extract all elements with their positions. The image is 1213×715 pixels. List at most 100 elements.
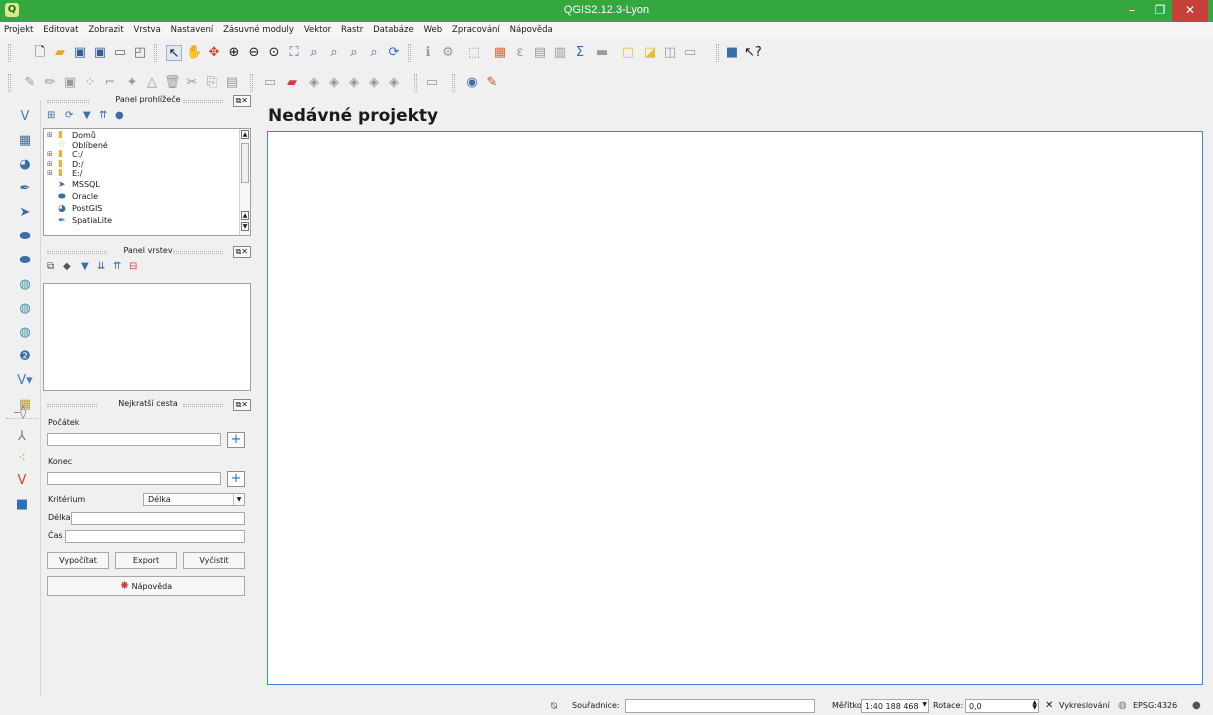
show-bookmarks-icon[interactable]: ◫ (662, 45, 678, 61)
tree-item[interactable]: ⊞ ▮ Domů (44, 130, 250, 141)
add-raster-layer-icon[interactable]: ▦ (15, 132, 35, 150)
zoom-full-icon[interactable]: ⛶ (286, 45, 302, 61)
identify-features-icon[interactable]: ℹ (420, 45, 436, 61)
tree-item[interactable]: ✒ SpatiaLite (44, 215, 250, 227)
menu-projekt[interactable]: Projekt (0, 22, 36, 35)
node-tool-icon[interactable]: ✦ (124, 75, 140, 91)
maximize-button[interactable]: ❐ (1145, 0, 1175, 22)
menu-rastr[interactable]: Rastr (337, 22, 366, 35)
zoom-in-icon[interactable]: ⊕ (226, 45, 242, 61)
menu-databaze[interactable]: Databáze (369, 22, 417, 35)
menu-vektor[interactable]: Vektor (300, 22, 334, 35)
statistics-icon[interactable]: ▥ (552, 45, 568, 61)
coordinate-toggle-icon[interactable]: ⍉ (551, 701, 557, 712)
new-project-icon[interactable]: 🗋 (32, 45, 48, 61)
whats-this-icon[interactable]: ↖? (744, 45, 762, 61)
length-field[interactable] (71, 512, 245, 525)
zoom-to-selection-icon[interactable]: ⌕ (326, 45, 342, 61)
rotation-spinbox[interactable]: 0,0 ▲ ▼ (965, 699, 1039, 713)
scroll-down-icon[interactable]: ▼ (241, 222, 249, 231)
menu-zpracovani[interactable]: Zpracování (448, 22, 503, 35)
open-project-icon[interactable]: ▰ (52, 45, 68, 61)
move-label-icon[interactable]: ◈ (346, 75, 362, 91)
add-wfs-layer-icon[interactable]: ◍ (15, 324, 35, 342)
map-tips-icon[interactable]: ▢ (620, 45, 636, 61)
add-selected-layers-icon[interactable]: ⊞ (47, 110, 55, 121)
calculate-button[interactable]: Vypočítat (47, 552, 109, 569)
scale-combo[interactable]: 1:40 188 468 ▼ (861, 699, 929, 713)
toolbar-grip[interactable] (8, 74, 11, 92)
zoom-out-icon[interactable]: ⊖ (246, 45, 262, 61)
expression-select-icon[interactable]: ε (512, 45, 528, 61)
toolbar-grip[interactable] (452, 74, 455, 92)
toolbar-grip[interactable] (154, 44, 157, 62)
minimize-button[interactable]: – (1117, 0, 1147, 22)
zoom-to-layer-icon[interactable]: ⌕ (306, 45, 322, 61)
zoom-next-icon[interactable]: ⌕ (366, 45, 382, 61)
filter-icon[interactable]: ▼ (83, 110, 91, 121)
toolbar-grip[interactable] (408, 44, 411, 62)
menu-zobrazit[interactable]: Zobrazit (84, 22, 126, 35)
add-vector-layer-icon[interactable]: V (15, 108, 35, 126)
scroll-up-icon[interactable]: ▲ (241, 211, 249, 220)
composer-manager-icon[interactable]: ◰ (132, 45, 148, 61)
render-checkbox-icon[interactable]: ✕ (1045, 700, 1053, 711)
copy-features-icon[interactable]: ⎘ (204, 75, 220, 91)
messages-bubble-icon[interactable]: ● (1192, 700, 1201, 711)
new-layer-dropdown-icon[interactable]: V▾ (15, 372, 35, 390)
menu-napoveda[interactable]: Nápověda (506, 22, 556, 35)
time-field[interactable] (65, 530, 245, 543)
tree-item[interactable]: ☆ Oblíbené (44, 140, 250, 151)
toolbar-grip[interactable] (8, 44, 11, 62)
show-hide-labels-icon[interactable]: ◈ (326, 75, 342, 91)
refresh-icon[interactable]: ⟳ (386, 45, 402, 61)
tree-item[interactable]: ⊞ ▮ C:/ (44, 149, 250, 160)
menu-zasuvne-moduly[interactable]: Zásuvné moduly (219, 22, 297, 35)
start-point-field[interactable] (47, 433, 221, 446)
change-label-icon[interactable]: ◈ (386, 75, 402, 91)
menu-vrstva[interactable]: Vrstva (129, 22, 163, 35)
layer-styling-icon[interactable]: ⧉ (47, 261, 54, 272)
tree-item[interactable]: ➤ MSSQL (44, 179, 250, 191)
capture-point-icon[interactable]: –◊ (10, 404, 30, 422)
pin-labels-icon[interactable]: ◈ (306, 75, 322, 91)
crs-globe-icon[interactable]: ◍ (1118, 700, 1127, 711)
recent-projects-list[interactable] (267, 131, 1203, 685)
add-db2-layer-icon[interactable]: ⬬ (15, 252, 35, 270)
spin-arrows-icon[interactable]: ▲ ▼ (1032, 700, 1037, 711)
csw-icon[interactable]: ▭ (424, 75, 440, 91)
pick-end-crosshair-icon[interactable]: + (227, 471, 245, 487)
panel-float-close-buttons[interactable]: ⧉✕ (232, 399, 251, 411)
add-spatialite-layer-icon[interactable]: ✒ (15, 180, 35, 198)
add-wms-layer-icon[interactable]: ◍ (15, 276, 35, 294)
tree-item[interactable]: ⊞ ▮ D:/ (44, 159, 250, 170)
text-annotation-icon[interactable]: ▭ (682, 45, 698, 61)
start-point-icon[interactable]: ⅄ (12, 428, 32, 446)
criterion-select[interactable]: Délka ▼ (143, 493, 245, 506)
select-features-icon[interactable]: ⬚ (466, 45, 482, 61)
export-button[interactable]: Export (115, 552, 177, 569)
measure-icon[interactable]: ▬ (594, 45, 610, 61)
python-console-icon[interactable]: ◉ (464, 75, 480, 91)
save-project-icon[interactable]: ▣ (72, 45, 88, 61)
help-button[interactable]: ✸ Nápověda (47, 576, 245, 596)
menu-web[interactable]: Web (420, 22, 446, 35)
collapse-all-icon[interactable]: ⇈ (99, 110, 107, 121)
close-button[interactable]: ✕ (1172, 0, 1208, 22)
touch-zoom-icon[interactable]: ↖ (166, 45, 182, 61)
menu-editovat[interactable]: Editovat (39, 22, 81, 35)
paste-features-icon[interactable]: ▤ (224, 75, 240, 91)
end-point-field[interactable] (47, 472, 221, 485)
zoom-last-icon[interactable]: ⌕ (346, 45, 362, 61)
expand-icon[interactable]: ⊞ (47, 160, 53, 170)
attribute-table-icon[interactable]: ▤ (532, 45, 548, 61)
new-bookmark-icon[interactable]: ◪ (642, 45, 658, 61)
add-oracle-layer-icon[interactable]: ⬬ (15, 228, 35, 246)
new-print-composer-icon[interactable]: ▭ (112, 45, 128, 61)
scroll-up-icon[interactable]: ▲ (241, 130, 249, 139)
tree-item[interactable]: ⊞ ▮ E:/ (44, 168, 250, 179)
deselect-icon[interactable]: ▦ (492, 45, 508, 61)
label-toolbar-icon[interactable]: ▭ (262, 75, 278, 91)
sum-icon[interactable]: Σ (572, 45, 588, 61)
add-postgis-layer-icon[interactable]: ◕ (15, 156, 35, 174)
